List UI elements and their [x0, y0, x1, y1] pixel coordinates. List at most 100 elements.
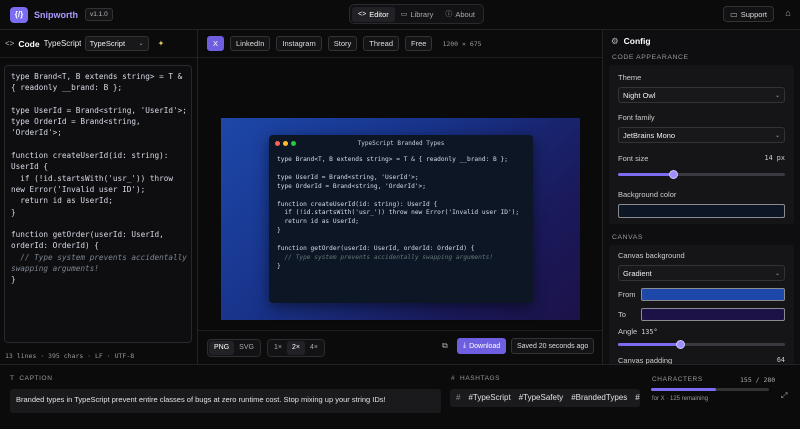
font-size-label: Font size: [618, 154, 649, 163]
angle-label: Angle: [618, 327, 638, 336]
font-family-select[interactable]: JetBrains Mono ⌄: [618, 127, 785, 143]
code-line: { readonly __brand: B };: [11, 83, 123, 93]
angle-slider[interactable]: [618, 340, 785, 350]
canvas-card: Canvas background Gradient ⌄ From To Ang…: [609, 245, 794, 364]
font-family-label: Font family: [618, 113, 655, 122]
sparkle-icon[interactable]: ✦: [158, 39, 165, 48]
preview-line: [277, 165, 525, 174]
code-icon: <>: [358, 10, 367, 18]
platform-instagram[interactable]: Instagram: [276, 36, 322, 51]
padding-value: 64: [776, 356, 785, 364]
preview-line: // Type system prevents accidentally swa…: [277, 253, 494, 261]
from-row: From: [618, 288, 785, 301]
hashtag-chip[interactable]: #BrandedTypes: [571, 393, 627, 403]
font-size-row: Font size 14 px: [618, 154, 785, 163]
app-logo-icon: {/}: [10, 6, 28, 23]
chevron-down-icon: ⌄: [138, 41, 144, 47]
scale-option[interactable]: 2×: [286, 340, 305, 355]
code-line: new Error('Invalid user ID');: [11, 184, 146, 194]
nav-label: Editor: [369, 9, 389, 19]
code-line: 'OrderId'>;: [11, 128, 62, 138]
snippet-title-input[interactable]: TypeScript Branded Types: [44, 39, 81, 48]
platform-thread[interactable]: Thread: [363, 36, 400, 51]
background-color-label: Background color: [618, 190, 677, 199]
code-editor[interactable]: type Brand<T, B extends string> = T & { r…: [4, 65, 192, 343]
bottom-bar: T CAPTION Branded types in TypeScript pr…: [0, 364, 800, 429]
platform-linkedin[interactable]: LinkedIn: [230, 36, 271, 51]
code-panel: <> Code TypeScript Branded Types TypeScr…: [0, 30, 198, 364]
code-line: }: [11, 207, 16, 217]
info-icon: ⓘ: [445, 11, 453, 18]
copy-icon[interactable]: ⧉: [442, 341, 448, 351]
canvas-bg-label: Canvas background: [618, 251, 685, 260]
scale-option[interactable]: 4×: [305, 341, 323, 355]
notifications-icon[interactable]: ⌂: [782, 8, 794, 20]
slider-thumb[interactable]: [669, 170, 679, 179]
to-row: To: [618, 308, 785, 321]
caption-label: CAPTION: [19, 375, 53, 382]
hashtag-chip[interactable]: #TypeSafety: [519, 393, 563, 403]
slider-thumb[interactable]: [675, 340, 685, 349]
app-name: Snipworth: [34, 9, 78, 20]
platform-x[interactable]: X: [207, 36, 225, 51]
language-value: TypeScript: [89, 39, 126, 48]
code-line: function createUserId(id: string):: [11, 151, 169, 161]
caption-heading: T CAPTION: [10, 375, 52, 382]
nav-library[interactable]: ▭ Library: [395, 7, 440, 22]
version-badge: v1.1.0: [85, 8, 113, 21]
to-color-swatch[interactable]: [641, 308, 785, 321]
export-bar: PNG SVG 1× 2× 4× ⧉ ⤓ Download Saved 20 seco…: [198, 330, 602, 364]
preview-line: return id as UserId;: [277, 218, 359, 226]
code-line: UserId {: [11, 162, 49, 172]
language-select[interactable]: TypeScript ⌄: [84, 36, 149, 51]
download-button[interactable]: ⤓ Download: [457, 338, 507, 354]
platform-bar: X LinkedIn Instagram Story Thread Free 1200 × …: [198, 30, 602, 58]
characters-progress-fill: [651, 388, 716, 391]
from-color-swatch[interactable]: [641, 288, 785, 301]
preview-area: X LinkedIn Instagram Story Thread Free 1200 × …: [198, 30, 602, 364]
nav-label: About: [455, 9, 475, 19]
settings-icon: ⚙: [611, 35, 619, 46]
padding-row: Canvas padding 64: [618, 356, 785, 364]
font-size-value: 14 px: [764, 154, 785, 162]
caption-input[interactable]: Branded types in TypeScript prevent enti…: [10, 389, 441, 413]
canvas-heading: CANVAS: [612, 234, 644, 241]
nav-about[interactable]: ⓘ About: [439, 7, 481, 22]
code-line: if (!id.startsWith('usr_')) throw: [11, 173, 173, 183]
code-appearance-card: Theme Night Owl ⌄ Font family JetBrains …: [609, 65, 794, 224]
canvas-bg-select[interactable]: Gradient ⌄: [618, 265, 785, 281]
chevron-down-icon: ⌄: [774, 132, 780, 139]
config-title: Config: [623, 36, 651, 46]
platform-story[interactable]: Story: [327, 36, 358, 51]
preview-line: if (!id.startsWith('usr_')) throw new Er…: [277, 209, 520, 217]
hashtags-input[interactable]: # #TypeScript #TypeSafety #BrandedTypes #Ti…: [450, 389, 640, 407]
expand-icon[interactable]: ⤢: [781, 391, 787, 401]
config-panel: ⚙ Config CODE APPEARANCE Theme Night Owl…: [602, 30, 800, 364]
nav-editor[interactable]: <> Editor: [352, 6, 395, 22]
code-icon: <>: [5, 39, 15, 48]
code-window: TypeScript Branded Types type Brand<T, B…: [269, 135, 533, 303]
slider-fill: [618, 173, 674, 176]
scale-option[interactable]: 1×: [269, 341, 287, 355]
chevron-down-icon: ⌄: [774, 92, 780, 99]
font-size-slider[interactable]: [618, 170, 785, 180]
format-png[interactable]: PNG: [209, 340, 235, 355]
window-title: TypeScript Branded Types: [357, 140, 445, 147]
preview-line: }: [277, 227, 281, 235]
platform-free[interactable]: Free: [405, 36, 433, 51]
hashtag-chip[interactable]: #TypeScript: [468, 393, 510, 403]
theme-select[interactable]: Night Owl ⌄: [618, 87, 785, 103]
save-status: Saved 20 seconds ago: [511, 338, 595, 354]
app-logo-text: {/}: [14, 10, 24, 19]
support-button[interactable]: ▭ Support: [723, 6, 774, 22]
characters-count: 155 / 280: [740, 376, 776, 384]
format-svg[interactable]: SVG: [234, 341, 259, 355]
preview-line: type Brand<T, B extends string> = T & { …: [277, 156, 508, 163]
background-color-swatch[interactable]: [618, 204, 785, 218]
hashtag-chip[interactable]: #Tip: [635, 393, 640, 403]
hashtags-label: HASHTAGS: [460, 375, 501, 382]
nav-label: Library: [410, 9, 434, 19]
main-nav: <> Editor ▭ Library ⓘ About: [349, 4, 484, 24]
